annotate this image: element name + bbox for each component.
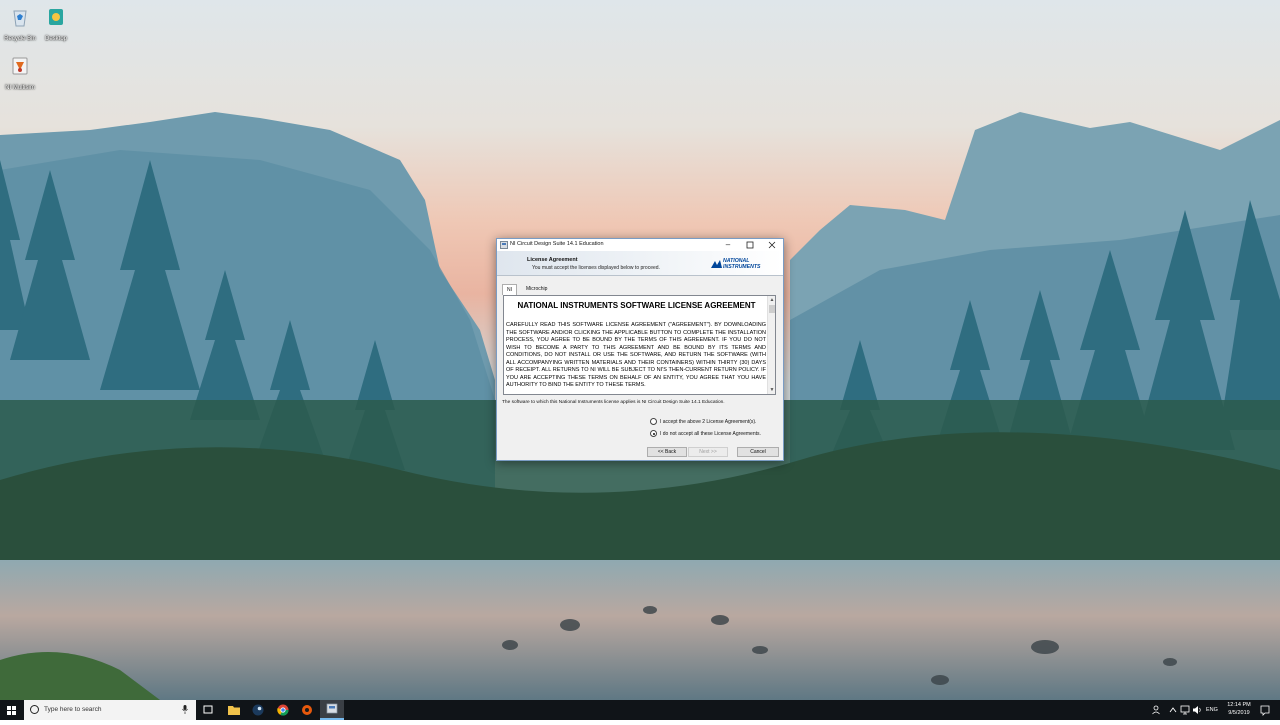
taskbar: Type here to search ENG 12:14 PM 9/5/201… (0, 700, 1280, 720)
scroll-up-arrow-icon[interactable]: ▲ (769, 297, 775, 303)
accept-radio-label[interactable]: I accept the above 2 License Agreement(s… (660, 419, 756, 425)
scroll-thumb[interactable] (769, 305, 775, 313)
license-body: CAREFULLY READ THIS SOFTWARE LICENSE AGR… (506, 322, 766, 388)
taskbar-installer-active[interactable] (320, 700, 344, 720)
desktop-icon-label: Recycle Bin (4, 36, 36, 42)
steam-icon[interactable] (250, 700, 266, 720)
decline-radio-circle[interactable] (650, 430, 657, 437)
desktop-icon-label: NI Multisim (5, 85, 35, 91)
microphone-icon[interactable] (182, 705, 188, 714)
header-subtitle: You must accept the licenses displayed b… (532, 265, 660, 271)
title-bar[interactable]: NI Circuit Design Suite 14.1 Education – (497, 239, 783, 251)
action-center-icon[interactable] (1258, 700, 1272, 720)
installer-icon (500, 241, 508, 249)
close-button[interactable] (761, 239, 783, 251)
vertical-scrollbar[interactable]: ▲ ▼ (767, 296, 775, 394)
desktop-icon-desktop[interactable]: Desktop (36, 6, 76, 42)
back-button[interactable]: << Back (647, 447, 687, 457)
scroll-down-arrow-icon[interactable]: ▼ (769, 387, 775, 393)
desktop-icon-label: Desktop (44, 36, 67, 42)
maximize-button[interactable] (739, 239, 761, 251)
language-indicator[interactable]: ENG (1206, 707, 1218, 713)
tab-microchip[interactable]: Microchip (522, 284, 551, 294)
decline-radio-label[interactable]: I do not accept all these License Agreem… (660, 431, 761, 437)
search-placeholder: Type here to search (44, 706, 102, 713)
multisim-icon (12, 57, 28, 75)
app-shortcut-icon (49, 9, 63, 25)
people-icon[interactable] (1150, 700, 1162, 720)
search-icon (30, 705, 39, 714)
chevron-up-icon[interactable] (1167, 700, 1179, 720)
installer-taskbar-icon (326, 703, 338, 714)
applies-to-text: The software to which this National Inst… (502, 400, 725, 405)
clock[interactable]: 12:14 PM 9/5/2019 (1224, 702, 1254, 716)
license-text-box[interactable]: NATIONAL INSTRUMENTS SOFTWARE LICENSE AG… (503, 295, 776, 395)
cancel-button[interactable]: Cancel (737, 447, 779, 457)
ni-logo: NATIONAL INSTRUMENTS (711, 258, 775, 272)
ni-eagle-icon (711, 260, 722, 268)
start-button[interactable] (0, 700, 24, 720)
clock-date: 9/5/2019 (1228, 710, 1250, 716)
next-button[interactable]: Next >> (688, 447, 728, 457)
license-heading: NATIONAL INSTRUMENTS SOFTWARE LICENSE AG… (517, 301, 756, 310)
recorder-icon[interactable] (299, 700, 315, 720)
volume-icon[interactable] (1191, 700, 1203, 720)
accept-radio-circle[interactable] (650, 418, 657, 425)
window-title: NI Circuit Design Suite 14.1 Education (510, 241, 604, 247)
desktop-icon-ni-multisim[interactable]: NI Multisim (0, 55, 40, 91)
windows-logo-icon (7, 706, 16, 715)
file-explorer-icon[interactable] (226, 700, 242, 720)
desktop-icon-recycle-bin[interactable]: Recycle Bin (0, 6, 40, 42)
clock-time: 12:14 PM (1227, 702, 1251, 708)
task-view-icon[interactable] (200, 700, 216, 720)
desktop: Recycle Bin Desktop NI Multisim NI Circu… (0, 0, 1280, 700)
network-icon[interactable] (1179, 700, 1191, 720)
chrome-icon[interactable] (275, 700, 291, 720)
maximize-icon (746, 241, 754, 249)
minimize-button[interactable]: – (717, 239, 739, 251)
license-dialog: NI Circuit Design Suite 14.1 Education –… (496, 238, 784, 461)
header-title: License Agreement (527, 257, 578, 263)
dialog-header: License Agreement You must accept the li… (497, 251, 783, 276)
logo-line2: INSTRUMENTS (723, 264, 761, 270)
close-icon (768, 241, 776, 249)
recycle-bin-icon (13, 10, 27, 27)
taskbar-search[interactable]: Type here to search (24, 700, 196, 720)
tab-ni[interactable]: NI (502, 284, 517, 295)
